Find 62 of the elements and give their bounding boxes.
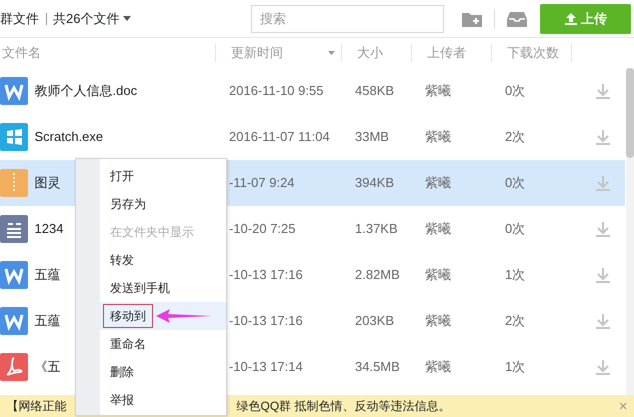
menu-item[interactable]: 举报 — [103, 388, 141, 412]
menu-item[interactable]: 删除 — [103, 360, 141, 384]
update-time: 2016-11-07 11:04 — [229, 129, 330, 144]
notice-text: 绿色QQ群 抵制色情、反动等违法信息。 — [236, 398, 451, 415]
download-icon[interactable] — [594, 174, 612, 192]
update-time: -10-13 17:16 — [229, 313, 303, 328]
file-size: 2.82MB — [355, 267, 400, 282]
file-size: 458KB — [355, 83, 394, 98]
upload-icon — [564, 12, 578, 26]
notice-text: 【网络正能 — [6, 398, 66, 415]
file-size: 34.5MB — [355, 359, 400, 374]
update-time: -10-13 17:16 — [229, 267, 303, 282]
update-time: 2016-11-10 9:55 — [229, 83, 324, 98]
menu-item[interactable]: 转发 — [103, 248, 141, 272]
download-count: 0次 — [505, 221, 526, 236]
file-size: 394KB — [355, 175, 394, 190]
download-icon[interactable] — [594, 82, 612, 100]
caret-icon — [122, 16, 131, 21]
search-field[interactable]: 搜索 — [250, 4, 444, 32]
uploader-name: 紫曦 — [425, 221, 451, 236]
new-folder-icon[interactable] — [462, 10, 482, 26]
uploader-name: 紫曦 — [425, 267, 451, 282]
file-size: 203KB — [355, 313, 394, 328]
menu-item[interactable]: 发送到手机 — [103, 276, 177, 300]
file-name: 五蕴 — [34, 266, 60, 284]
uploader-name: 紫曦 — [425, 129, 451, 144]
download-count: 0次 — [505, 175, 526, 190]
uploader-name: 紫曦 — [425, 83, 451, 98]
menu-item: 在文件夹中显示 — [109, 224, 195, 242]
download-count: 1次 — [505, 267, 526, 282]
zip-file-icon — [0, 169, 28, 197]
download-icon[interactable] — [594, 128, 612, 146]
update-time: -11-07 9:24 — [229, 175, 295, 190]
uploader-name: 紫曦 — [425, 175, 451, 190]
menu-item[interactable]: 移动到 — [103, 304, 153, 328]
file-name: 1234 — [34, 220, 64, 238]
download-count: 1次 — [505, 359, 526, 374]
scrollbar[interactable] — [626, 68, 634, 395]
update-time: -10-20 7:25 — [229, 221, 296, 236]
download-count: 2次 — [505, 313, 526, 328]
file-name: 教师个人信息.doc — [34, 82, 138, 100]
menu-item[interactable]: 打开 — [103, 164, 141, 188]
download-icon[interactable] — [594, 358, 612, 376]
file-size: 33MB — [355, 129, 389, 144]
group-files-title: 群文件 — [0, 10, 39, 28]
file-count-dropdown[interactable]: 共26个文件 — [53, 8, 131, 28]
menu-item[interactable]: 重命名 — [103, 332, 153, 356]
file-name: Scratch.exe — [34, 128, 104, 146]
download-count: 2次 — [505, 129, 526, 144]
download-icon[interactable] — [594, 220, 612, 238]
sort-caret-icon[interactable] — [328, 51, 334, 55]
uploader-name: 紫曦 — [425, 313, 451, 328]
inbox-icon[interactable] — [506, 10, 527, 26]
file-size: 1.37KB — [355, 221, 398, 236]
download-count: 0次 — [505, 83, 526, 98]
download-icon[interactable] — [594, 266, 612, 284]
file-name: 图灵 — [34, 174, 60, 192]
uploader-name: 紫曦 — [425, 359, 451, 374]
update-time: -10-13 17:14 — [229, 359, 303, 374]
download-icon[interactable] — [594, 312, 612, 330]
file-name: 《五 — [34, 358, 60, 376]
file-name: 五蕴 — [34, 312, 60, 330]
